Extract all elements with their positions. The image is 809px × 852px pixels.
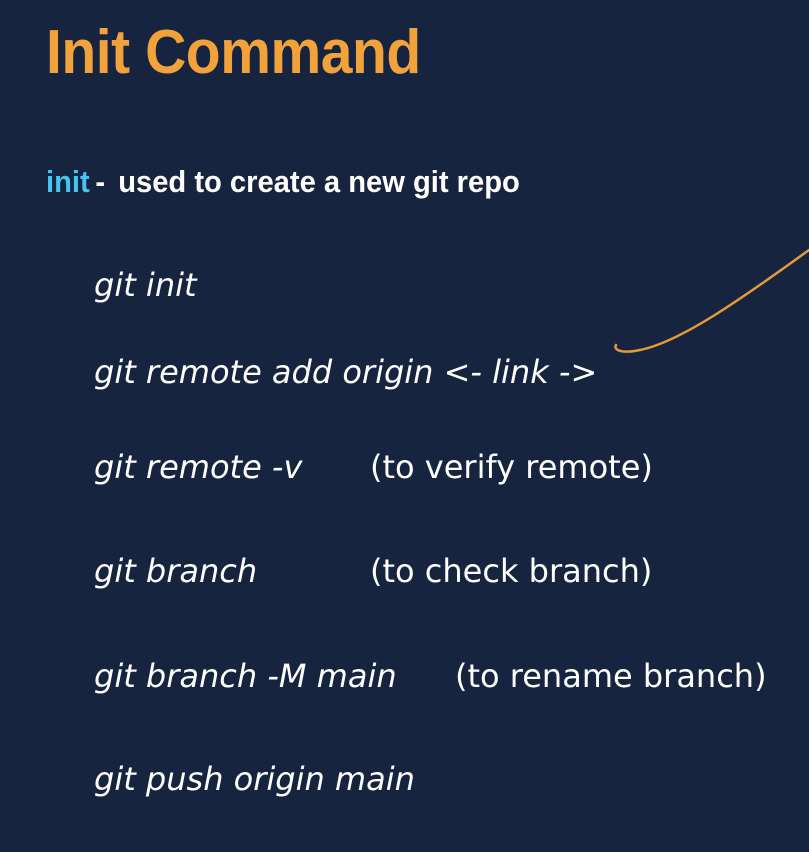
slide: Init Command init - used to create a new g… xyxy=(0,0,809,852)
note-check-branch: (to check branch) xyxy=(370,552,653,590)
command-git-branch: git branch xyxy=(94,552,258,590)
subtitle-dash: - xyxy=(95,164,106,199)
command-git-branch-m-main: git branch -M main xyxy=(94,657,397,695)
subtitle: init - used to create a new git repo xyxy=(46,166,520,197)
note-verify-remote: (to verify remote) xyxy=(370,448,653,486)
hand-drawn-annotation-stroke xyxy=(614,248,809,353)
subtitle-keyword: init xyxy=(46,164,90,199)
command-git-remote-v: git remote -v xyxy=(94,448,303,486)
slide-title: Init Command xyxy=(46,18,421,87)
command-git-init: git init xyxy=(94,266,197,304)
command-git-remote-add-origin: git remote add origin <- link -> xyxy=(94,353,598,391)
command-git-push-origin-main: git push origin main xyxy=(94,760,415,798)
note-rename-branch: (to rename branch) xyxy=(455,657,767,695)
subtitle-description: used to create a new git repo xyxy=(118,164,520,199)
